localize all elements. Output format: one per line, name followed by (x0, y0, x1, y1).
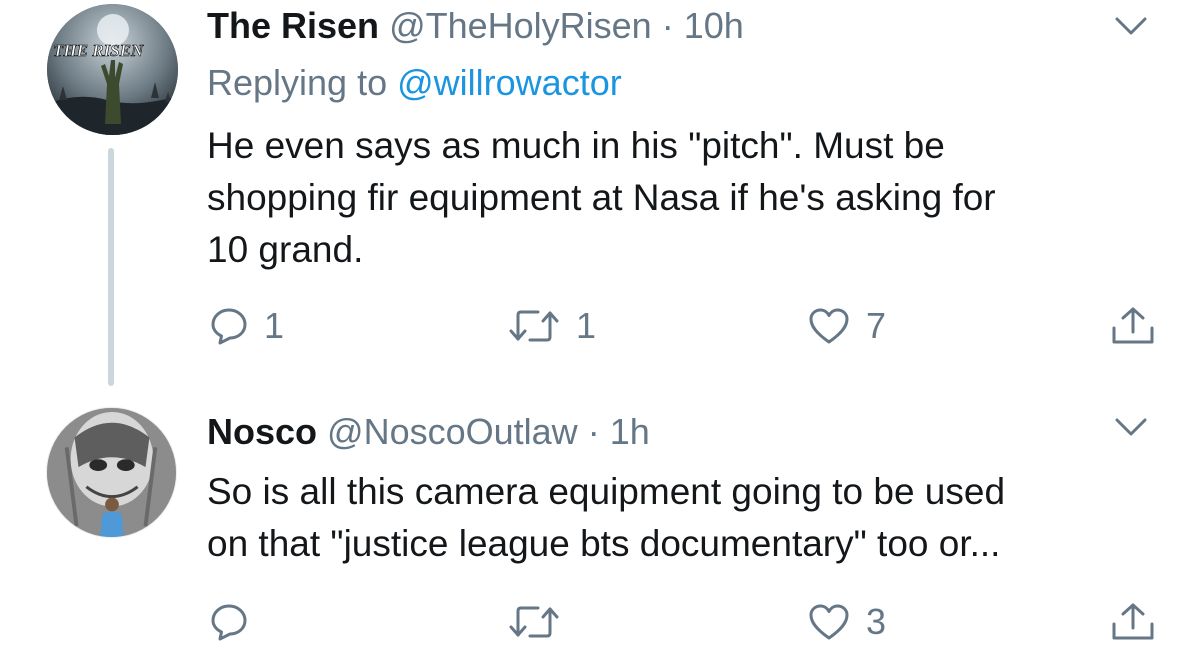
retweet-icon (509, 606, 559, 638)
timestamp[interactable]: 10h (684, 5, 744, 46)
replying-to: Replying to @willrowactor (207, 60, 622, 106)
like-button[interactable]: 7 (808, 306, 886, 346)
chevron-down-icon[interactable] (1114, 417, 1148, 437)
reply-icon (211, 604, 247, 641)
tweet-header: Nosco @NoscoOutlaw · 1h (207, 410, 650, 454)
retweet-button[interactable] (508, 602, 576, 642)
heart-icon (809, 308, 849, 344)
like-count: 7 (866, 305, 887, 346)
tweet-text: So is all this camera equipment going to… (207, 466, 1167, 570)
share-button[interactable] (1110, 306, 1156, 346)
separator-dot: · (661, 5, 674, 46)
tweet[interactable]: THE RISEN The Risen @TheHolyRisen · 10h … (0, 0, 1200, 392)
reply-button[interactable] (210, 602, 264, 642)
handle[interactable]: @TheHolyRisen (389, 5, 652, 46)
tweet-text-line: shopping fir equipment at Nasa if he's a… (207, 177, 996, 218)
tweet-text-line: So is all this camera equipment going to… (207, 471, 1006, 512)
the-risen-logo: THE RISEN (47, 4, 178, 135)
like-count: 3 (866, 601, 887, 642)
tweet[interactable]: Nosco @NoscoOutlaw · 1h So is all this c… (0, 392, 1200, 665)
separator-dot: · (587, 411, 600, 452)
share-icon (1112, 603, 1154, 640)
like-button[interactable]: 3 (808, 602, 886, 642)
heart-icon (809, 604, 849, 640)
mural-photo (47, 408, 176, 537)
tweet-text-line: 10 grand. (207, 229, 364, 270)
avatar[interactable]: THE RISEN (47, 4, 178, 135)
retweet-count: 1 (576, 305, 597, 346)
replying-label: Replying to (207, 62, 388, 103)
retweet-icon (509, 310, 559, 342)
tweet-text-line: He even says as much in his "pitch". Mus… (207, 125, 945, 166)
retweet-button[interactable]: 1 (508, 306, 596, 346)
replying-mention[interactable]: @willrowactor (397, 62, 622, 103)
reply-button[interactable]: 1 (210, 306, 284, 346)
display-name[interactable]: Nosco (207, 411, 317, 452)
thread-line (108, 148, 114, 386)
tweet-header: The Risen @TheHolyRisen · 10h (207, 4, 744, 48)
avatar-logo-text: THE RISEN (53, 41, 144, 60)
reply-icon (211, 308, 247, 345)
reply-count: 1 (264, 305, 285, 346)
display-name[interactable]: The Risen (207, 5, 379, 46)
tweet-text-line: on that "justice league bts documentary"… (207, 523, 1001, 564)
chevron-down-icon[interactable] (1114, 16, 1148, 36)
handle[interactable]: @NoscoOutlaw (327, 411, 578, 452)
timestamp[interactable]: 1h (610, 411, 650, 452)
share-button[interactable] (1110, 602, 1156, 642)
tweet-text: He even says as much in his "pitch". Mus… (207, 120, 1167, 276)
share-icon (1112, 307, 1154, 344)
avatar[interactable] (46, 407, 177, 538)
